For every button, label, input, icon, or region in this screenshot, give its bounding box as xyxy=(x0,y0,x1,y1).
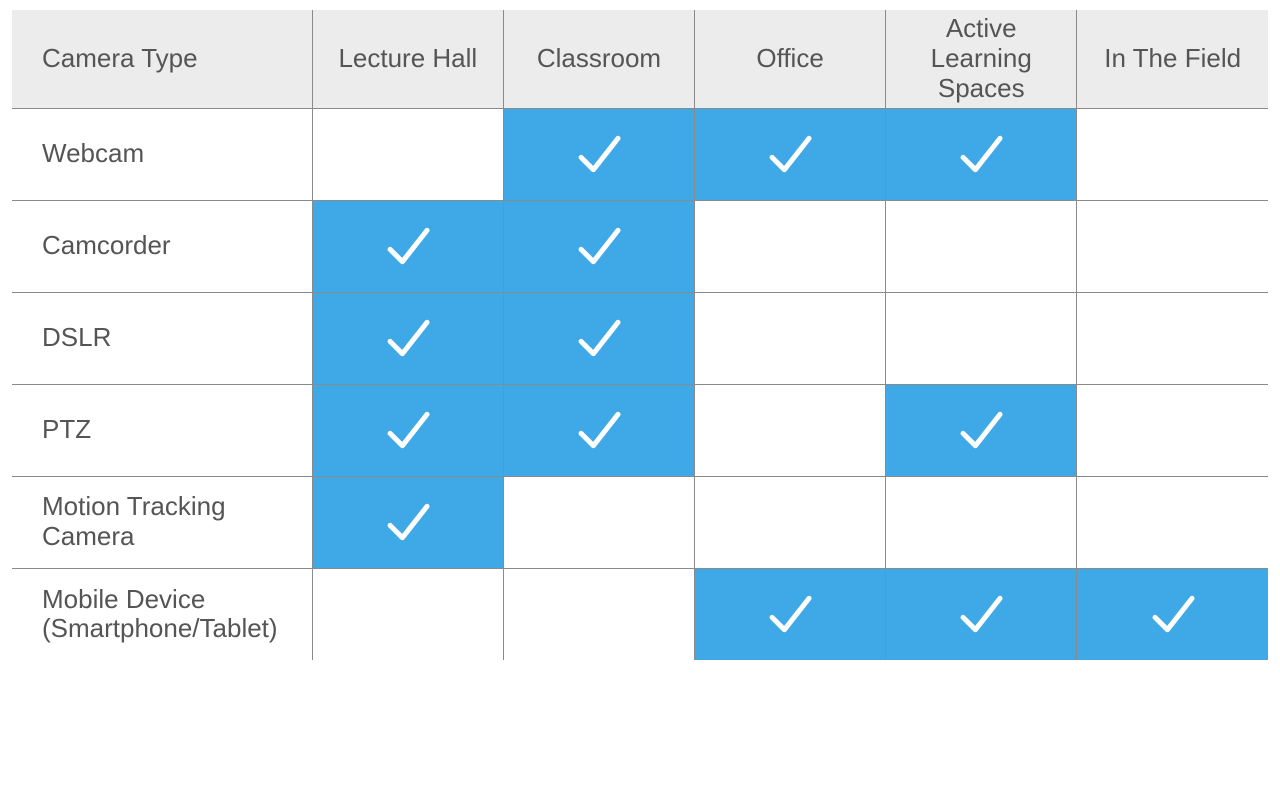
matrix-cell-checked xyxy=(503,108,694,200)
corner-header: Camera Type xyxy=(12,10,312,108)
col-header: Classroom xyxy=(503,10,694,108)
row-header: DSLR xyxy=(12,292,312,384)
row-header: Camcorder xyxy=(12,200,312,292)
matrix-cell-checked xyxy=(503,384,694,476)
matrix-cell xyxy=(695,200,886,292)
matrix-cell xyxy=(695,476,886,568)
matrix-cell xyxy=(312,108,503,200)
row-header: Mobile Device(Smartphone/Tablet) xyxy=(12,568,312,660)
matrix-cell-checked xyxy=(1077,568,1268,660)
col-header: In The Field xyxy=(1077,10,1268,108)
check-icon xyxy=(504,218,694,274)
check-icon xyxy=(313,218,503,274)
matrix-cell-checked xyxy=(886,384,1077,476)
table-row: Motion TrackingCamera xyxy=(12,476,1268,568)
check-icon xyxy=(313,310,503,366)
row-header: Webcam xyxy=(12,108,312,200)
header-row: Camera Type Lecture Hall Classroom Offic… xyxy=(12,10,1268,108)
check-icon xyxy=(313,494,503,550)
col-header: Lecture Hall xyxy=(312,10,503,108)
camera-type-matrix: Camera Type Lecture Hall Classroom Offic… xyxy=(12,10,1268,660)
col-header: Office xyxy=(695,10,886,108)
table-row: DSLR xyxy=(12,292,1268,384)
row-header: Motion TrackingCamera xyxy=(12,476,312,568)
col-header: Active LearningSpaces xyxy=(886,10,1077,108)
table-row: Webcam xyxy=(12,108,1268,200)
table-row: PTZ xyxy=(12,384,1268,476)
matrix-cell-checked xyxy=(503,200,694,292)
matrix-cell xyxy=(1077,292,1268,384)
row-header: PTZ xyxy=(12,384,312,476)
check-icon xyxy=(1077,586,1268,642)
check-icon xyxy=(504,310,694,366)
table-row: Mobile Device(Smartphone/Tablet) xyxy=(12,568,1268,660)
check-icon xyxy=(695,126,885,182)
matrix-cell xyxy=(1077,108,1268,200)
check-icon xyxy=(886,402,1076,458)
matrix-cell xyxy=(503,476,694,568)
matrix-cell-checked xyxy=(886,108,1077,200)
check-icon xyxy=(504,126,694,182)
matrix-cell xyxy=(1077,200,1268,292)
check-icon xyxy=(313,402,503,458)
matrix-cell xyxy=(1077,384,1268,476)
matrix-cell-checked xyxy=(312,292,503,384)
matrix-cell xyxy=(503,568,694,660)
matrix-cell-checked xyxy=(886,568,1077,660)
matrix-cell-checked xyxy=(312,200,503,292)
matrix-cell xyxy=(886,476,1077,568)
matrix-cell xyxy=(695,384,886,476)
matrix-cell xyxy=(886,200,1077,292)
matrix-cell-checked xyxy=(312,476,503,568)
matrix-cell-checked xyxy=(503,292,694,384)
matrix-cell-checked xyxy=(312,384,503,476)
table-row: Camcorder xyxy=(12,200,1268,292)
check-icon xyxy=(886,126,1076,182)
matrix-cell xyxy=(886,292,1077,384)
matrix-cell-checked xyxy=(695,568,886,660)
matrix-cell xyxy=(695,292,886,384)
matrix-cell-checked xyxy=(695,108,886,200)
matrix-cell xyxy=(312,568,503,660)
check-icon xyxy=(695,586,885,642)
matrix-cell xyxy=(1077,476,1268,568)
check-icon xyxy=(886,586,1076,642)
check-icon xyxy=(504,402,694,458)
